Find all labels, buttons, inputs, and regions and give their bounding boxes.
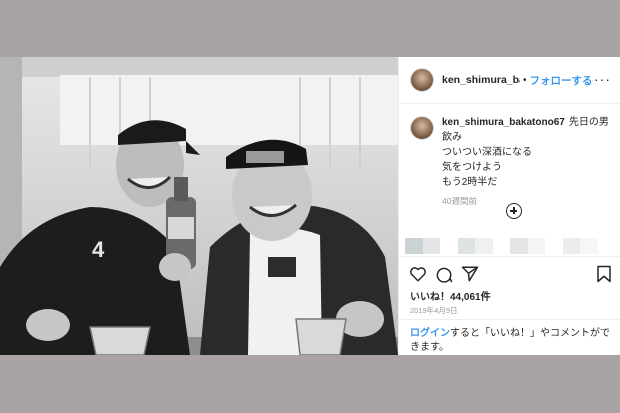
post-actions: いいね！44,061件 2019年4月9日 ログインすると「いいね！」やコメント… (399, 256, 620, 357)
post-side-panel: ken_shimura_bakatono67 • フォローする ··· ken_… (398, 57, 620, 355)
caption-line-2: ついつい深酒になる (442, 147, 532, 158)
time-ago[interactable]: 40週間前 (442, 194, 610, 209)
caption-line-4: もう2時半だ (442, 177, 498, 188)
pixelated-comments (405, 238, 615, 254)
heart-icon[interactable] (409, 265, 427, 283)
post-photo[interactable]: 4 (0, 57, 398, 355)
instagram-embed: 4 ken_shimura_bakatono67 • フォ (0, 57, 620, 355)
header-username[interactable]: ken_shimura_bakatono67 (442, 74, 520, 86)
share-icon[interactable] (461, 265, 479, 283)
avatar[interactable] (410, 68, 434, 92)
add-comment-icon[interactable] (506, 203, 522, 219)
caption-username[interactable]: ken_shimura_bakatono67 (442, 117, 565, 128)
photo-illustration: 4 (0, 57, 398, 355)
login-prompt: ログインすると「いいね！」やコメントができます。 (399, 319, 620, 355)
post-header: ken_shimura_bakatono67 • フォローする ··· (399, 57, 620, 104)
post-date: 2019年4月9日 (410, 306, 458, 315)
comment-icon[interactable] (435, 265, 453, 283)
follow-button[interactable]: フォローする (530, 73, 593, 88)
caption-avatar[interactable] (410, 116, 434, 140)
caption: ken_shimura_bakatono67 先日の男飲み ついつい深酒になる 気… (410, 115, 610, 209)
svg-text:4: 4 (92, 237, 105, 262)
separator-dot: • (523, 74, 527, 86)
caption-line-3: 気をつけよう (442, 162, 502, 173)
likes-count[interactable]: いいね！44,061件 (410, 288, 491, 303)
bookmark-icon[interactable] (596, 265, 612, 283)
login-link[interactable]: ログイン (410, 328, 450, 339)
more-icon[interactable]: ··· (594, 71, 611, 87)
